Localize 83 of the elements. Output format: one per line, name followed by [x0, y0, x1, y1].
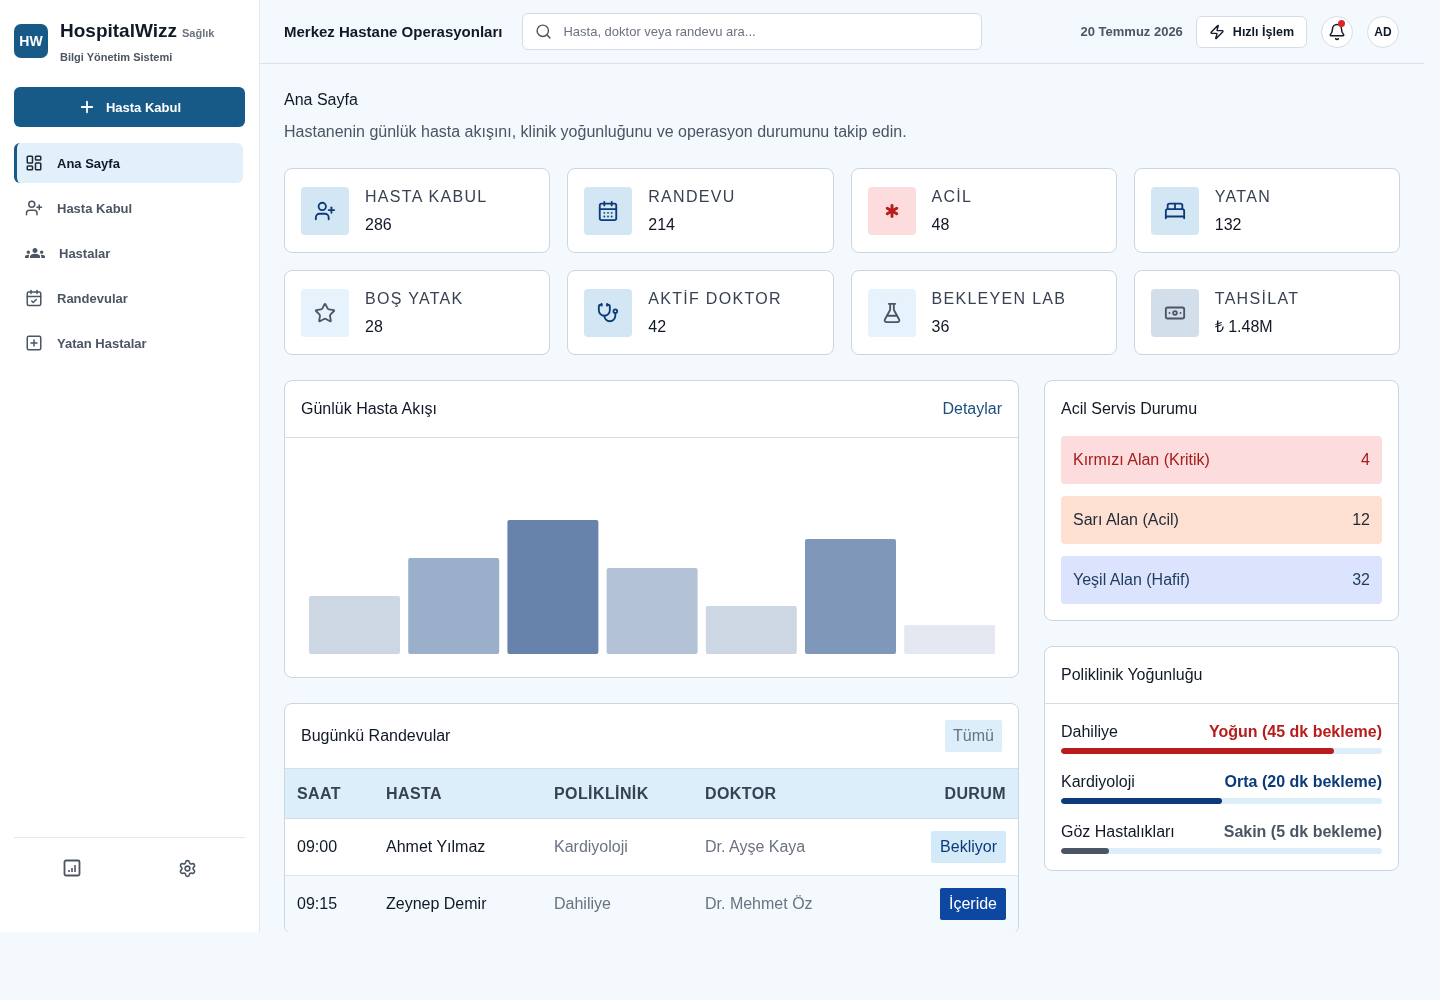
- table-cell: Dr. Mehmet Öz: [705, 895, 813, 913]
- user-plus-icon: [301, 187, 349, 235]
- user-plus-icon: [25, 199, 43, 217]
- bed-icon: [1150, 187, 1199, 235]
- stat-value: 48: [931, 215, 950, 235]
- details-link[interactable]: Detaylar: [942, 400, 1002, 418]
- column-header: POLİKLİNİK: [554, 784, 649, 803]
- nav-item[interactable]: Hasta Kabul: [14, 188, 243, 228]
- zone-label: Yeşil Alan (Hafif): [1073, 571, 1190, 589]
- table-cell: 09:00: [297, 838, 338, 856]
- zone-label: Sarı Alan (Acil): [1073, 511, 1179, 529]
- stat-value: ₺ 1.48M: [1214, 317, 1273, 337]
- brand-name: HospitalWizz: [60, 19, 177, 43]
- calendar-check-icon: [25, 289, 43, 307]
- stat-label: YATAN: [1214, 187, 1272, 207]
- bolt-icon: [1208, 23, 1225, 40]
- table-cell: Dahiliye: [554, 895, 611, 913]
- plus-square-icon: [25, 334, 43, 352]
- user-avatar[interactable]: AD: [1367, 15, 1399, 48]
- status-tag: Bekliyor: [931, 831, 1006, 863]
- stat-label: TAHSİLAT: [1214, 289, 1300, 309]
- column-header: SAAT: [297, 784, 341, 803]
- table-cell: Dr. Ayşe Kaya: [705, 838, 806, 856]
- nav-item[interactable]: Hastalar: [14, 233, 243, 273]
- stat-label: ACİL: [931, 187, 973, 207]
- stat-value: 36: [931, 317, 950, 337]
- brand-subtitle: Bilgi Yönetim Sistemi: [60, 51, 174, 63]
- page-description: Hastanenin günlük hasta akışını, klinik yoğunluğunu ve operasyon durumunu takip edin.: [284, 122, 907, 142]
- stat-label: AKTİF DOKTOR: [648, 289, 782, 309]
- nav-item[interactable]: Randevular: [14, 278, 243, 318]
- table-cell: Kardiyoloji: [554, 838, 628, 856]
- zone-count: 12: [1352, 511, 1370, 529]
- clinic-wait-status: Orta (20 dk bekleme): [1224, 772, 1382, 792]
- panel-title: Bugünkü Randevular: [301, 727, 451, 745]
- calendar-icon: [584, 187, 633, 235]
- table-cell: Ahmet Yılmaz: [386, 838, 486, 856]
- bell-icon: [1328, 22, 1346, 41]
- clinic-wait-status: Yoğun (45 dk bekleme): [1208, 722, 1382, 742]
- stat-value: 28: [365, 317, 383, 337]
- nav-item[interactable]: Yatan Hastalar: [14, 323, 243, 363]
- panel-title: Acil Servis Durumu: [1061, 400, 1199, 418]
- banknote-icon: [1150, 289, 1199, 337]
- stat-value: 132: [1214, 215, 1242, 235]
- stat-label: BOŞ YATAK: [365, 289, 464, 309]
- notifications-button[interactable]: [1321, 15, 1353, 48]
- brand-tag: Sağlık: [182, 27, 215, 39]
- page-title: Ana Sayfa: [284, 90, 358, 110]
- column-header: HASTA: [386, 784, 442, 803]
- clinic-name: Kardiyoloji: [1061, 772, 1135, 792]
- clinic-name: Dahiliye: [1061, 722, 1118, 742]
- asterisk-icon: [867, 187, 916, 235]
- stat-label: RANDEVU: [648, 187, 736, 207]
- dashboard-icon: [25, 154, 43, 172]
- stat-value: 286: [365, 215, 392, 235]
- stat-value: 42: [648, 317, 667, 337]
- panel-title: Poliklinik Yoğunluğu: [1061, 666, 1203, 684]
- flask-icon: [867, 289, 916, 337]
- column-header: DURUM: [944, 784, 1006, 803]
- current-date: 20 Temmuz 2026: [1080, 24, 1183, 39]
- clinic-name: Göz Hastalıkları: [1061, 822, 1175, 842]
- settings-icon: [177, 859, 197, 878]
- stat-value: 214: [648, 215, 675, 235]
- new-admission-button[interactable]: Hasta Kabul: [14, 87, 245, 127]
- header-title: Merkez Hastane Operasyonları: [284, 23, 503, 40]
- zone-label: Kırmızı Alan (Kritik): [1073, 451, 1210, 469]
- zone-count: 4: [1361, 451, 1370, 469]
- logo-mark: HW: [14, 24, 48, 58]
- quick-action-button[interactable]: Hızlı İşlem: [1195, 15, 1307, 48]
- panel-title: Günlük Hasta Akışı: [301, 400, 438, 418]
- clinic-wait-status: Sakin (5 dk bekleme): [1223, 822, 1382, 842]
- stethoscope-icon: [584, 289, 633, 337]
- stat-label: BEKLEYEN LAB: [931, 289, 1067, 309]
- column-header: DOKTOR: [705, 784, 777, 803]
- chart-icon: [62, 859, 81, 877]
- table-cell: Zeynep Demir: [386, 895, 487, 913]
- search-icon: [535, 23, 553, 40]
- table-cell: 09:15: [297, 895, 338, 913]
- status-tag: İçeride: [939, 888, 1006, 920]
- search-field[interactable]: Hasta, doktor veya randevu ara...: [522, 13, 983, 50]
- stat-label: HASTA KABUL: [365, 187, 488, 207]
- nav-item[interactable]: Ana Sayfa: [14, 143, 243, 183]
- zone-count: 32: [1352, 571, 1370, 589]
- view-all-button[interactable]: Tümü: [945, 720, 1002, 752]
